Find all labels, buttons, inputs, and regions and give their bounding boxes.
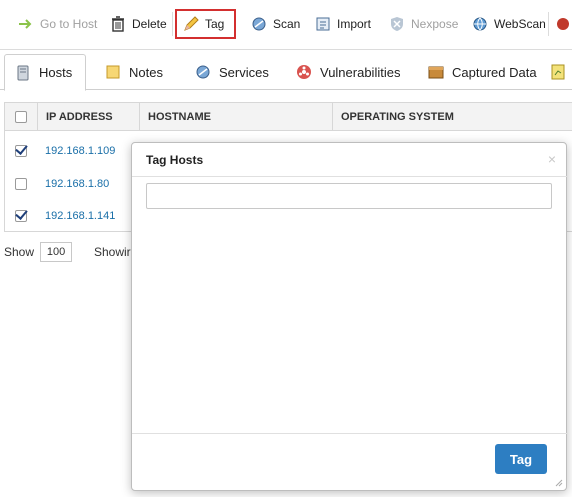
column-header-operating-system-label: OPERATING SYSTEM (341, 111, 454, 123)
more-toolbar-button[interactable] (551, 9, 572, 39)
page-size-control: Show (4, 242, 73, 262)
column-header-hostname-label: HOSTNAME (148, 111, 211, 123)
import-icon (315, 16, 331, 32)
tab-bar: Hosts Notes Services Vulnerabilities Cap… (0, 54, 572, 91)
tab-hosts[interactable]: Hosts (4, 54, 86, 91)
toolbar: Go to Host Delete Tag Scan Import Nexpos… (0, 0, 572, 50)
column-header-hostname[interactable]: HOSTNAME (139, 103, 332, 131)
webscan-label: WebScan (494, 17, 546, 31)
notes-icon (105, 64, 121, 80)
tab-captured-data[interactable]: Captured Data (418, 54, 547, 90)
scan-button[interactable]: Scan (245, 9, 306, 39)
report-icon (550, 64, 566, 80)
import-label: Import (337, 17, 372, 31)
captured-data-icon (428, 64, 444, 80)
tab-vulnerabilities[interactable]: Vulnerabilities (286, 54, 410, 90)
close-icon[interactable]: × (548, 151, 556, 167)
ip-address-link[interactable]: 192.168.1.80 (45, 168, 109, 200)
tag-input[interactable] (146, 183, 552, 209)
nexpose-label: Nexpose (411, 17, 459, 31)
dialog-title: Tag Hosts (146, 153, 204, 167)
delete-button[interactable]: Delete (104, 9, 173, 39)
go-to-host-button[interactable]: Go to Host (12, 9, 103, 39)
resize-handle-icon[interactable] (555, 479, 563, 487)
ip-address-link[interactable]: 192.168.1.141 (45, 200, 115, 232)
tag-submit-button[interactable]: Tag (495, 444, 547, 474)
tab-more[interactable] (550, 54, 566, 90)
row-checkbox[interactable] (15, 210, 27, 222)
tag-pencil-icon (183, 16, 199, 32)
column-header-ip-address[interactable]: IP ADDRESS (37, 103, 139, 131)
scan-label: Scan (273, 17, 301, 31)
page-size-input[interactable] (40, 242, 73, 262)
tab-vulnerabilities-label: Vulnerabilities (320, 64, 401, 80)
tab-notes[interactable]: Notes (95, 54, 173, 90)
ip-address-link[interactable]: 192.168.1.109 (45, 135, 115, 167)
tag-label: Tag (205, 17, 225, 31)
tab-captured-data-label: Captured Data (452, 64, 537, 80)
tab-services[interactable]: Services (185, 54, 279, 90)
scan-icon (251, 16, 267, 32)
hosts-icon (15, 65, 31, 81)
showing-label: Showir (94, 245, 131, 259)
show-label: Show (4, 245, 35, 259)
showing-info: Showir (94, 242, 131, 262)
webscan-button[interactable]: WebScan (466, 9, 552, 39)
delete-label: Delete (132, 17, 167, 31)
vulnerabilities-icon (296, 64, 312, 80)
tag-hosts-dialog: Tag Hosts × Tag (131, 142, 568, 491)
webscan-icon (472, 16, 488, 32)
tab-hosts-label: Hosts (39, 65, 73, 80)
table-header: IP ADDRESS HOSTNAME OPERATING SYSTEM (5, 103, 572, 131)
tag-button[interactable]: Tag (175, 9, 236, 39)
toolbar-divider (172, 12, 173, 36)
row-checkbox[interactable] (15, 145, 27, 157)
nexpose-button[interactable]: Nexpose (383, 9, 464, 39)
dialog-footer-divider (132, 433, 568, 434)
dialog-header-divider (132, 176, 568, 177)
import-button[interactable]: Import (309, 9, 377, 39)
column-header-operating-system[interactable]: OPERATING SYSTEM (332, 103, 572, 131)
services-icon (195, 64, 211, 80)
trash-icon (110, 16, 126, 32)
select-all-checkbox[interactable] (15, 111, 27, 123)
tab-services-label: Services (219, 64, 269, 80)
row-checkbox[interactable] (15, 178, 27, 190)
nexpose-icon (389, 16, 405, 32)
toolbar-divider (548, 12, 549, 36)
go-to-host-label: Go to Host (40, 17, 98, 31)
arrow-right-icon (18, 16, 34, 32)
tab-notes-label: Notes (129, 64, 163, 80)
stop-icon (555, 16, 571, 32)
column-header-ip-address-label: IP ADDRESS (46, 111, 113, 123)
